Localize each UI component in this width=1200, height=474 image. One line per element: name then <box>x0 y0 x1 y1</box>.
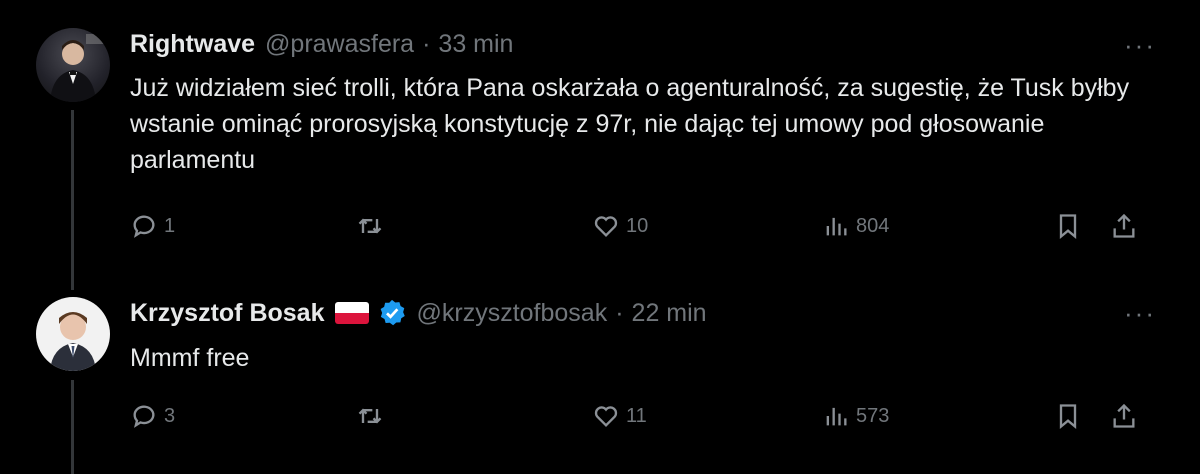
bookmark-button[interactable] <box>1054 212 1082 240</box>
bookmark-icon <box>1059 404 1077 429</box>
reply-count: 3 <box>164 404 176 427</box>
tweet-text: Mmmf free <box>130 344 250 372</box>
views-icon <box>826 217 847 236</box>
share-button[interactable] <box>1110 402 1138 430</box>
thread-line <box>71 110 74 290</box>
timestamp[interactable]: 22 min <box>632 299 707 328</box>
reply-icon <box>133 215 155 238</box>
reply-count: 1 <box>164 214 176 237</box>
user-handle[interactable]: @krzysztofbosak <box>417 299 608 328</box>
repost-button[interactable] <box>356 212 390 240</box>
poland-flag-icon <box>334 302 369 324</box>
user-handle[interactable]: @prawasfera <box>265 30 414 59</box>
repost-icon <box>358 408 382 424</box>
avatar-image <box>50 312 96 371</box>
bookmark-button[interactable] <box>1054 402 1082 430</box>
tweet-header: Rightwave @prawasfera · 33 min <box>130 30 513 59</box>
timestamp[interactable]: 33 min <box>438 30 513 59</box>
views-count: 804 <box>856 214 890 237</box>
more-icon[interactable]: ··· <box>1124 30 1156 61</box>
bookmark-icon <box>1059 214 1077 239</box>
views-icon <box>826 407 847 426</box>
views-button[interactable]: 573 <box>822 402 889 430</box>
like-icon <box>594 406 618 427</box>
like-icon <box>594 216 618 237</box>
views-count: 573 <box>856 404 890 427</box>
tweet-actions: 3 11 573 <box>130 402 1170 438</box>
views-button[interactable]: 804 <box>822 212 889 240</box>
repost-icon <box>358 218 382 234</box>
like-button[interactable]: 11 <box>592 402 647 430</box>
avatar-image <box>50 34 106 102</box>
avatar[interactable] <box>36 297 110 371</box>
display-name[interactable]: Rightwave <box>130 30 255 59</box>
display-name[interactable]: Krzysztof Bosak <box>130 299 325 328</box>
separator-dot: · <box>422 30 431 58</box>
repost-button[interactable] <box>356 402 390 430</box>
share-button[interactable] <box>1110 212 1138 240</box>
like-button[interactable]: 10 <box>592 212 648 240</box>
share-icon <box>1113 213 1135 238</box>
separator-dot: · <box>615 298 624 327</box>
thread-line <box>71 380 74 474</box>
verified-badge-icon[interactable] <box>377 298 407 328</box>
reply-button[interactable]: 3 <box>130 402 175 430</box>
more-icon[interactable]: ··· <box>1124 298 1156 329</box>
reply-button[interactable]: 1 <box>130 212 175 240</box>
tweet-actions: 1 10 804 <box>130 212 1170 248</box>
avatar[interactable] <box>36 28 110 102</box>
like-count: 10 <box>626 214 649 237</box>
reply-icon <box>133 405 155 428</box>
tweet-text: Już widziałem sieć trolli, która Pana os… <box>130 74 1130 174</box>
share-icon <box>1113 403 1135 428</box>
tweet-header: Krzysztof Bosak @krzysztofbosak · 22 min <box>130 298 707 328</box>
like-count: 11 <box>626 404 647 427</box>
